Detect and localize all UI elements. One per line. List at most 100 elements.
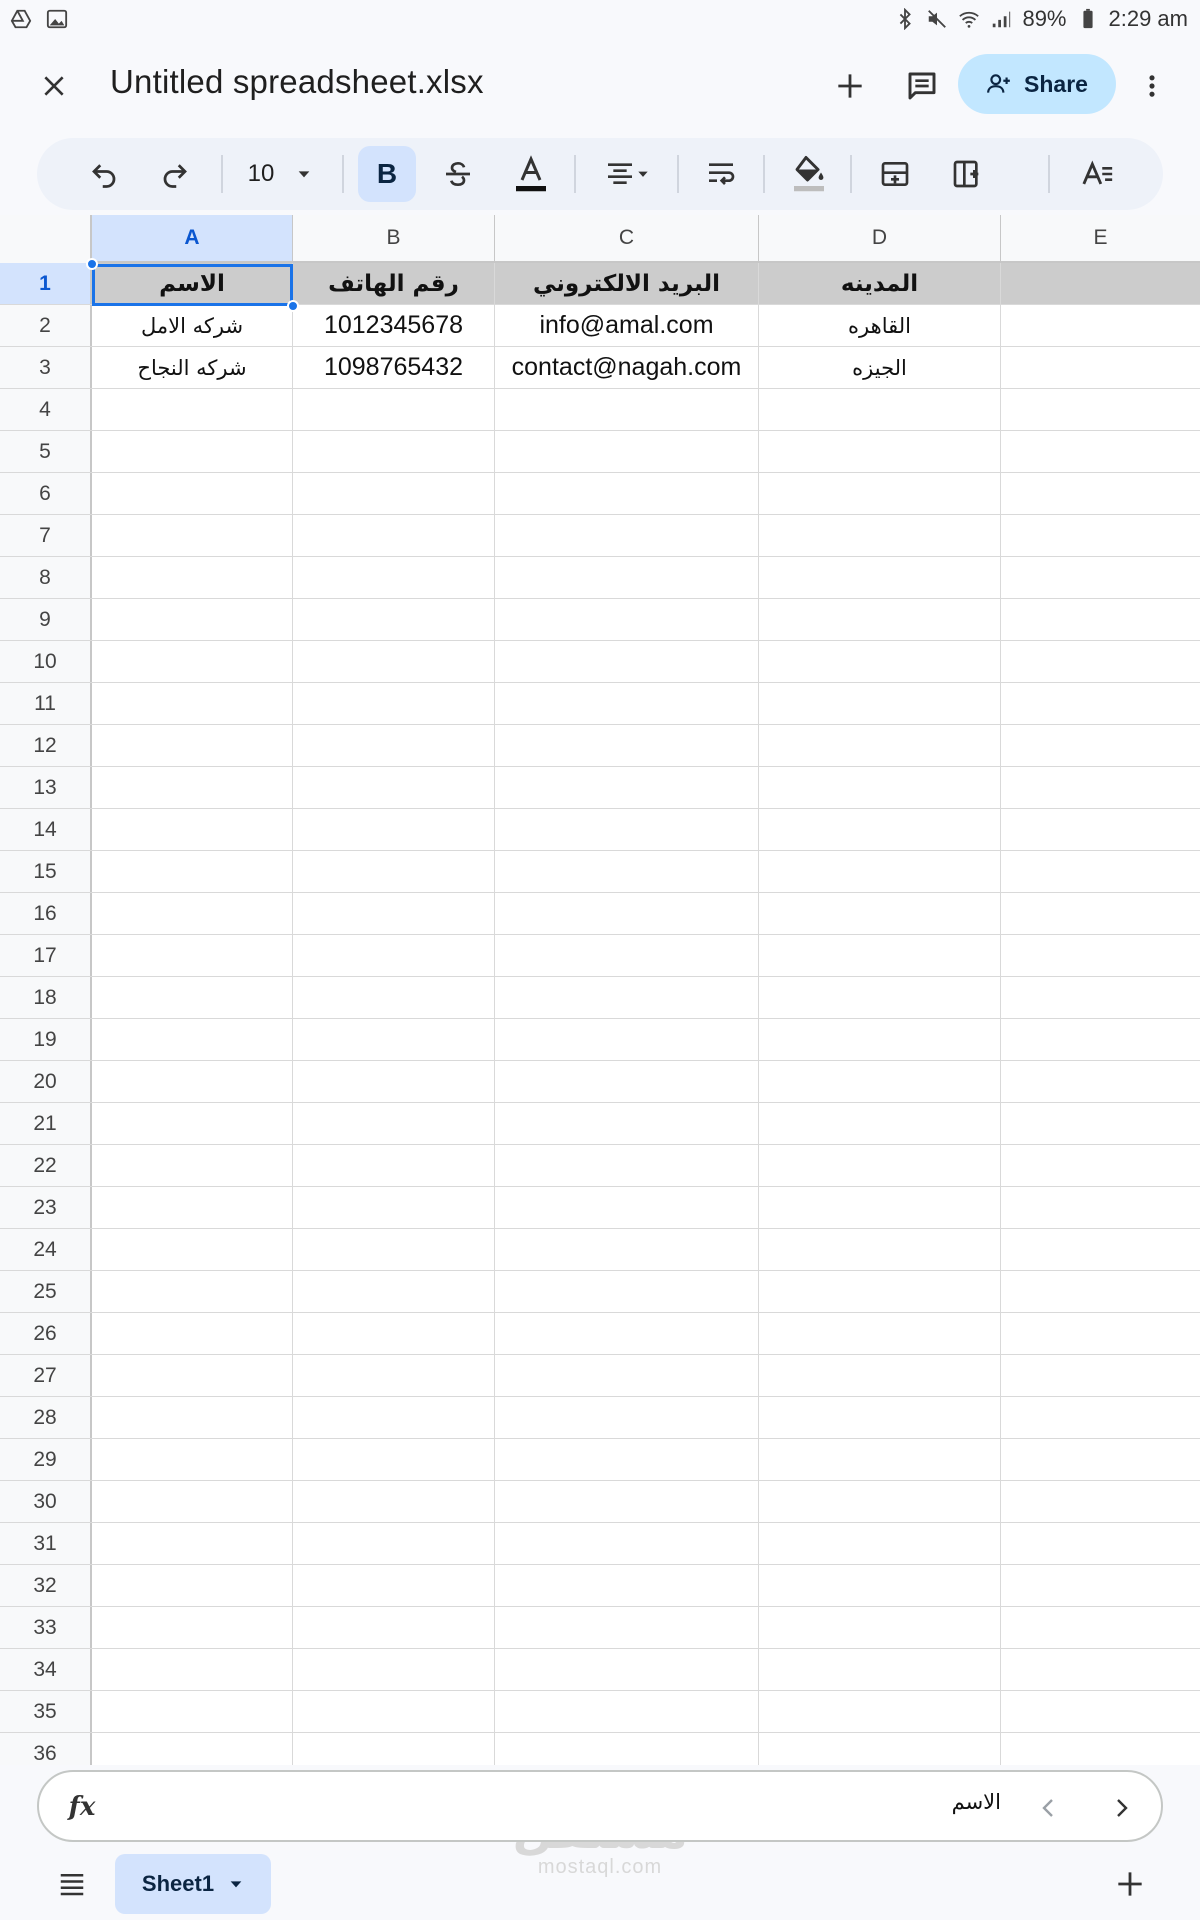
font-size-select[interactable]: 10 [237, 146, 323, 202]
column-header-a[interactable]: A [92, 215, 293, 261]
document-title[interactable]: Untitled spreadsheet.xlsx [110, 63, 484, 101]
cell-e2[interactable] [1001, 305, 1200, 346]
cell-a31[interactable] [92, 1523, 293, 1564]
select-all-corner[interactable] [0, 215, 92, 263]
cell-b26[interactable] [293, 1313, 495, 1354]
cell-b27[interactable] [293, 1355, 495, 1396]
cell-c19[interactable] [495, 1019, 759, 1060]
cell-d8[interactable] [759, 557, 1001, 598]
cell-d29[interactable] [759, 1439, 1001, 1480]
row-header[interactable]: 15 [0, 851, 92, 892]
cell-c7[interactable] [495, 515, 759, 556]
cell-b36[interactable] [293, 1733, 495, 1765]
cell-b3[interactable]: 1098765432 [293, 347, 495, 388]
cell-d11[interactable] [759, 683, 1001, 724]
cell-d15[interactable] [759, 851, 1001, 892]
cell-d26[interactable] [759, 1313, 1001, 1354]
cell-c26[interactable] [495, 1313, 759, 1354]
cell-d33[interactable] [759, 1607, 1001, 1648]
cell-e31[interactable] [1001, 1523, 1200, 1564]
cell-a33[interactable] [92, 1607, 293, 1648]
cell-c17[interactable] [495, 935, 759, 976]
row-header[interactable]: 24 [0, 1229, 92, 1270]
cell-b29[interactable] [293, 1439, 495, 1480]
cell-a13[interactable] [92, 767, 293, 808]
fill-color-button[interactable] [779, 146, 839, 202]
cell-d16[interactable] [759, 893, 1001, 934]
cell-e6[interactable] [1001, 473, 1200, 514]
cell-c35[interactable] [495, 1691, 759, 1732]
cell-d25[interactable] [759, 1271, 1001, 1312]
cell-d2[interactable]: القاهره [759, 305, 1001, 346]
cell-c2[interactable]: info@amal.com [495, 305, 759, 346]
cell-a19[interactable] [92, 1019, 293, 1060]
cell-d4[interactable] [759, 389, 1001, 430]
cell-b14[interactable] [293, 809, 495, 850]
cell-b32[interactable] [293, 1565, 495, 1606]
row-header[interactable]: 1 [0, 263, 92, 304]
cell-a32[interactable] [92, 1565, 293, 1606]
cell-c28[interactable] [495, 1397, 759, 1438]
cell-b31[interactable] [293, 1523, 495, 1564]
cell-e33[interactable] [1001, 1607, 1200, 1648]
cell-b13[interactable] [293, 767, 495, 808]
cell-a29[interactable] [92, 1439, 293, 1480]
cell-a10[interactable] [92, 641, 293, 682]
cell-e4[interactable] [1001, 389, 1200, 430]
row-header[interactable]: 19 [0, 1019, 92, 1060]
cell-e28[interactable] [1001, 1397, 1200, 1438]
row-header[interactable]: 17 [0, 935, 92, 976]
cell-b34[interactable] [293, 1649, 495, 1690]
cell-c34[interactable] [495, 1649, 759, 1690]
cell-d31[interactable] [759, 1523, 1001, 1564]
cell-c8[interactable] [495, 557, 759, 598]
cell-a26[interactable] [92, 1313, 293, 1354]
cell-a22[interactable] [92, 1145, 293, 1186]
row-header[interactable]: 11 [0, 683, 92, 724]
formula-value[interactable]: الاسم [952, 1790, 1001, 1814]
cell-e14[interactable] [1001, 809, 1200, 850]
cell-e22[interactable] [1001, 1145, 1200, 1186]
cell-c22[interactable] [495, 1145, 759, 1186]
column-header-c[interactable]: C [495, 215, 759, 261]
cell-e19[interactable] [1001, 1019, 1200, 1060]
cell-e9[interactable] [1001, 599, 1200, 640]
cell-b6[interactable] [293, 473, 495, 514]
cell-e36[interactable] [1001, 1733, 1200, 1765]
cell-e13[interactable] [1001, 767, 1200, 808]
cell-c33[interactable] [495, 1607, 759, 1648]
row-header[interactable]: 35 [0, 1691, 92, 1732]
cell-e20[interactable] [1001, 1061, 1200, 1102]
cell-e25[interactable] [1001, 1271, 1200, 1312]
cell-c4[interactable] [495, 389, 759, 430]
redo-button[interactable] [149, 146, 201, 202]
row-header[interactable]: 2 [0, 305, 92, 346]
cell-b17[interactable] [293, 935, 495, 976]
cell-a17[interactable] [92, 935, 293, 976]
cell-b19[interactable] [293, 1019, 495, 1060]
cell-c23[interactable] [495, 1187, 759, 1228]
cell-a20[interactable] [92, 1061, 293, 1102]
text-color-button[interactable] [504, 146, 558, 202]
cell-b12[interactable] [293, 725, 495, 766]
cell-e10[interactable] [1001, 641, 1200, 682]
cell-a30[interactable] [92, 1481, 293, 1522]
cell-a36[interactable] [92, 1733, 293, 1765]
cell-c16[interactable] [495, 893, 759, 934]
cell-d22[interactable] [759, 1145, 1001, 1186]
cell-b18[interactable] [293, 977, 495, 1018]
cell-d36[interactable] [759, 1733, 1001, 1765]
cell-c5[interactable] [495, 431, 759, 472]
cell-a18[interactable] [92, 977, 293, 1018]
cell-b20[interactable] [293, 1061, 495, 1102]
cell-e7[interactable] [1001, 515, 1200, 556]
cell-c21[interactable] [495, 1103, 759, 1144]
cell-a15[interactable] [92, 851, 293, 892]
cell-d24[interactable] [759, 1229, 1001, 1270]
row-header[interactable]: 31 [0, 1523, 92, 1564]
row-header[interactable]: 22 [0, 1145, 92, 1186]
wrap-text-button[interactable] [693, 146, 749, 202]
cell-d21[interactable] [759, 1103, 1001, 1144]
comments-button[interactable] [898, 62, 946, 110]
cell-e5[interactable] [1001, 431, 1200, 472]
